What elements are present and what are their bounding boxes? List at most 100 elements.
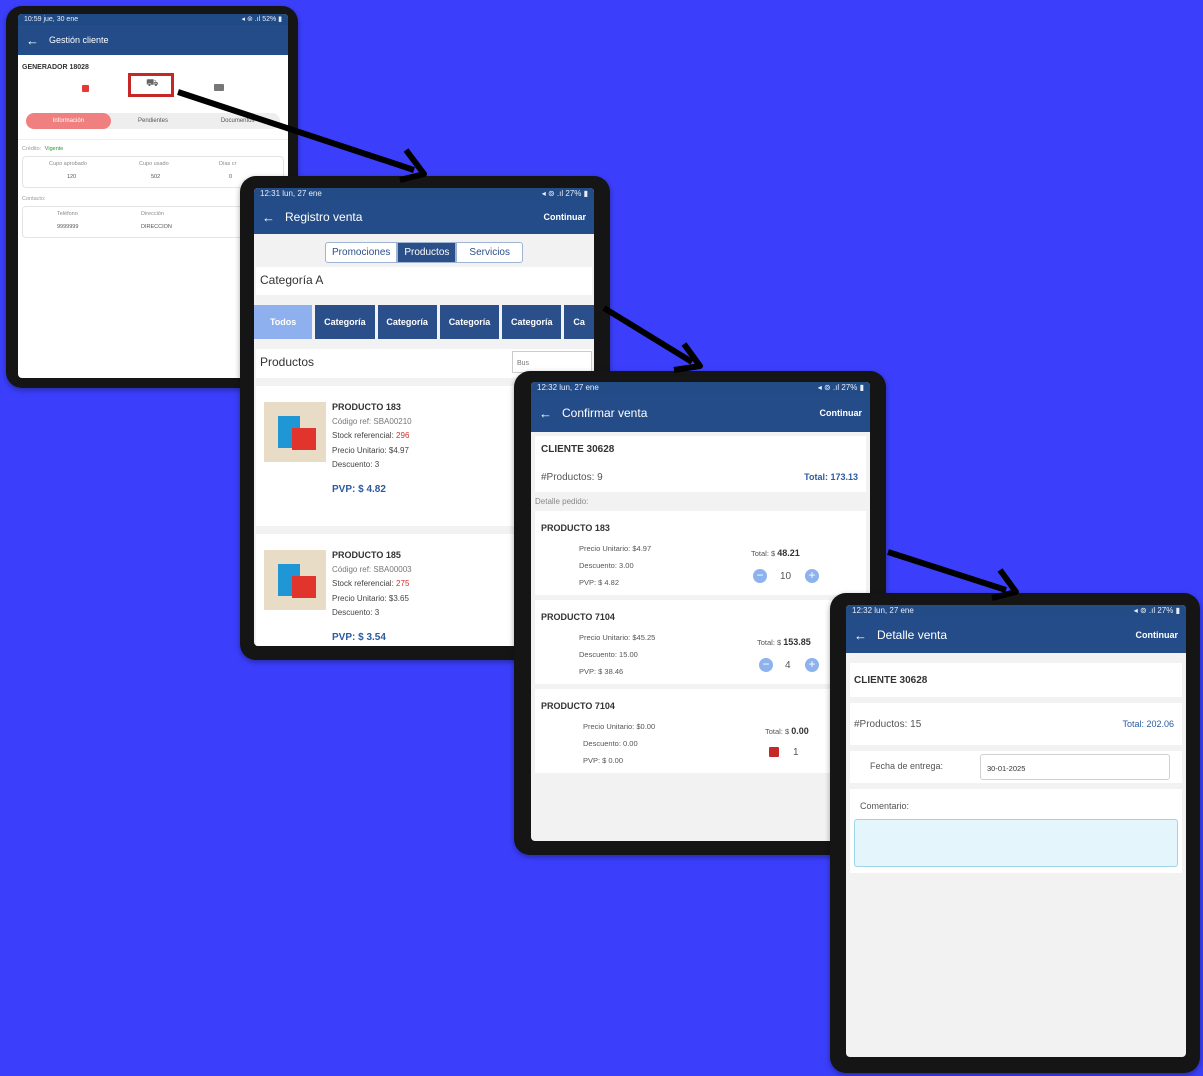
phone-value: 9999999 bbox=[57, 224, 79, 230]
product-code: Código ref: SBA00210 bbox=[332, 416, 412, 426]
bag-red-shape bbox=[292, 576, 316, 598]
item-price: Precio Unitario: $0.00 bbox=[583, 722, 656, 731]
item-total: Total: $ 153.85 bbox=[757, 637, 811, 647]
item-quantity: 4 bbox=[785, 660, 791, 671]
category-chips: Todos Categoría Categoría Categoría Cate… bbox=[254, 305, 594, 339]
detail-label: Detalle pedido: bbox=[535, 497, 589, 506]
category-chip[interactable]: Ca bbox=[564, 305, 594, 339]
product-price: Precio Unitario: $4.97 bbox=[332, 445, 409, 455]
item-quantity: 10 bbox=[780, 571, 792, 582]
delivery-date-input[interactable]: 30-01-2025 bbox=[980, 754, 1170, 780]
segment-promociones[interactable]: Promociones bbox=[325, 242, 398, 263]
phone-label: Teléfono bbox=[57, 211, 78, 217]
product-stock: Stock referencial: 275 bbox=[332, 577, 412, 592]
status-icons: ◂ ⊚ .ıl 27% ▮ bbox=[541, 189, 588, 198]
cupo-usado-value: 502 bbox=[151, 174, 161, 180]
app-bar: ← Registro venta Continuar bbox=[254, 200, 594, 234]
item-total: Total: $ 0.00 bbox=[765, 726, 809, 736]
app-bar: ← Confirmar venta Continuar bbox=[531, 394, 870, 432]
status-bar: 12:32 lun, 27 ene ◂ ⊚ .ıl 27% ▮ bbox=[846, 605, 1186, 617]
plus-button[interactable]: + bbox=[805, 658, 819, 672]
item-pvp: PVP: $ 38.46 bbox=[579, 667, 624, 676]
continue-button[interactable]: Continuar bbox=[1136, 630, 1179, 640]
product-image bbox=[264, 550, 326, 610]
cupo-aprobado-value: 120 bbox=[67, 174, 77, 180]
product-pvp: PVP: $ 4.82 bbox=[332, 483, 386, 495]
back-arrow-icon[interactable]: ← bbox=[854, 628, 867, 643]
bag-red-shape bbox=[292, 428, 316, 450]
category-chip[interactable]: Categoría bbox=[377, 305, 437, 339]
item-total-label: Total: $ bbox=[751, 549, 776, 558]
item-name: PRODUCTO 7104 bbox=[541, 701, 615, 711]
item-total-value: 48.21 bbox=[777, 548, 800, 558]
app-bar: ← Gestión cliente bbox=[18, 25, 288, 55]
category-chip[interactable]: Categoría bbox=[439, 305, 500, 339]
category-chip[interactable]: Categoría bbox=[502, 305, 562, 339]
item-pvp: PVP: $ 0.00 bbox=[583, 756, 624, 765]
arrow-to-detalle bbox=[887, 549, 1019, 601]
minus-button[interactable]: − bbox=[753, 569, 767, 583]
stock-label: Stock referencial: bbox=[332, 579, 394, 588]
category-chip[interactable]: Categoría bbox=[315, 305, 375, 339]
status-icons: ◂ ⊚ .ıl 52% ▮ bbox=[241, 16, 282, 23]
product-info: PRODUCTO 185 Código ref: SBA00003 Stock … bbox=[332, 548, 412, 645]
search-input[interactable]: Bus bbox=[512, 351, 592, 373]
page-title: Registro venta bbox=[285, 210, 363, 224]
item-discount: Descuento: 15.00 bbox=[579, 650, 638, 659]
status-time: 12:32 lun, 27 ene bbox=[537, 383, 599, 392]
cupo-aprobado-label: Cupo aprobado bbox=[49, 161, 87, 167]
order-total: Total: 173.13 bbox=[804, 472, 858, 482]
continue-button[interactable]: Continuar bbox=[544, 212, 587, 222]
item-discount: Descuento: 3.00 bbox=[579, 561, 634, 570]
stock-value: 275 bbox=[396, 579, 410, 588]
item-name: PRODUCTO 7104 bbox=[541, 612, 615, 622]
arrow-to-confirmar bbox=[602, 305, 703, 373]
segment-servicios[interactable]: Servicios bbox=[456, 242, 523, 263]
cart-button-highlight[interactable]: ⛟ bbox=[128, 73, 174, 97]
product-discount: Descuento: 3 bbox=[332, 460, 380, 469]
item-total: Total: $ 48.21 bbox=[751, 548, 800, 558]
segment-control: Promociones Productos Servicios bbox=[254, 242, 594, 263]
credit-value: Vigente bbox=[44, 146, 64, 152]
back-arrow-icon[interactable]: ← bbox=[539, 406, 552, 421]
tab-informacion[interactable]: Información bbox=[26, 113, 111, 129]
item-price: Precio Unitario: $45.25 bbox=[579, 633, 656, 642]
status-time: 10:59 jue, 30 ene bbox=[24, 16, 79, 23]
page-title: Detalle venta bbox=[877, 628, 948, 642]
address-value: DIRECCION bbox=[141, 224, 172, 230]
cupo-usado-label: Cupo usado bbox=[139, 161, 169, 167]
minus-button[interactable]: − bbox=[759, 658, 773, 672]
client-name: GENERADOR 18028 bbox=[22, 64, 89, 71]
continue-button[interactable]: Continuar bbox=[820, 408, 863, 418]
product-code: Código ref: SBA00003 bbox=[332, 564, 412, 574]
comment-textarea[interactable] bbox=[854, 819, 1178, 867]
category-todos[interactable]: Todos bbox=[254, 305, 313, 339]
gift-icon bbox=[769, 747, 779, 757]
page-title: Gestión cliente bbox=[49, 35, 109, 45]
product-price: Precio Unitario: $3.65 bbox=[332, 593, 409, 603]
product-name: PRODUCTO 185 bbox=[332, 550, 401, 560]
product-image bbox=[264, 402, 326, 462]
status-bar: 10:59 jue, 30 ene ◂ ⊚ .ıl 52% ▮ bbox=[18, 14, 288, 25]
products-count: #Productos: 9 bbox=[541, 472, 603, 483]
item-price: Precio Unitario: $4.97 bbox=[579, 544, 652, 553]
order-item: PRODUCTO 183 Precio Unitario: $4.97 Desc… bbox=[535, 511, 866, 595]
product-discount: Descuento: 3 bbox=[332, 608, 380, 617]
order-total: Total: 202.06 bbox=[1122, 719, 1174, 729]
status-icons: ◂ ⊚ .ıl 27% ▮ bbox=[817, 383, 864, 392]
back-arrow-icon[interactable]: ← bbox=[26, 33, 39, 48]
app-bar: ← Detalle venta Continuar bbox=[846, 617, 1186, 653]
products-count: #Productos: 15 bbox=[854, 719, 922, 730]
segment-productos[interactable]: Productos bbox=[397, 242, 457, 263]
credit-label: Crédito: bbox=[22, 146, 42, 152]
plus-button[interactable]: + bbox=[805, 569, 819, 583]
stock-value: 296 bbox=[396, 431, 410, 440]
item-pvp: PVP: $ 4.82 bbox=[579, 578, 620, 587]
client-name: CLIENTE 30628 bbox=[541, 444, 615, 455]
stop-icon[interactable] bbox=[82, 85, 89, 92]
back-arrow-icon[interactable]: ← bbox=[262, 210, 275, 225]
status-icons: ◂ ⊚ .ıl 27% ▮ bbox=[1133, 606, 1180, 615]
arrow-to-registro bbox=[177, 89, 427, 183]
product-info: PRODUCTO 183 Código ref: SBA00210 Stock … bbox=[332, 400, 412, 497]
status-bar: 12:32 lun, 27 ene ◂ ⊚ .ıl 27% ▮ bbox=[531, 382, 870, 394]
